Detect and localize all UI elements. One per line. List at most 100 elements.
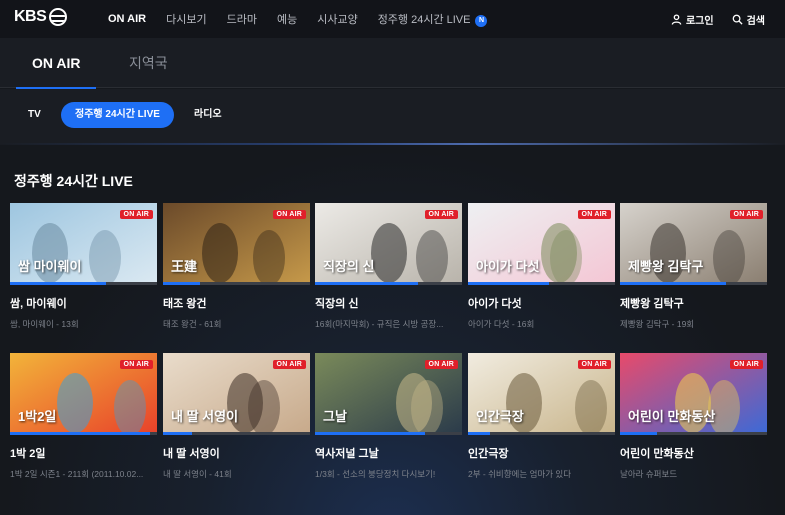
program-thumbnail[interactable]: 직장의 신 ON AIR bbox=[315, 203, 462, 285]
nav-item-replay[interactable]: 다시보기 bbox=[166, 11, 206, 27]
thumbnail-logo-text: 어린이 만화동산 bbox=[628, 409, 716, 424]
program-title[interactable]: 제빵왕 김탁구 bbox=[620, 295, 767, 311]
on-air-badge: ON AIR bbox=[577, 210, 611, 219]
main-menu: ON AIR 다시보기 드라마 예능 시사교양 정주행 24시간 LIVE N bbox=[108, 0, 507, 38]
thumbnail-logo-text: 내 딸 서영이 bbox=[171, 409, 239, 424]
logo-text: KBS bbox=[14, 8, 47, 25]
progress-bar-fill bbox=[163, 282, 200, 285]
program-card[interactable]: 제빵왕 김탁구 ON AIR 제빵왕 김탁구 제빵왕 김탁구 - 19회 bbox=[620, 203, 767, 330]
program-thumbnail[interactable]: 그날 ON AIR bbox=[315, 353, 462, 435]
program-thumbnail[interactable]: 인간극장 ON AIR bbox=[468, 353, 615, 435]
on-air-badge: ON AIR bbox=[119, 210, 153, 219]
thumbnail-logo-text: 제빵왕 김탁구 bbox=[628, 259, 704, 274]
program-thumbnail[interactable]: 쌈 마이웨이 ON AIR bbox=[10, 203, 157, 285]
progress-bar-fill bbox=[163, 432, 193, 435]
program-thumbnail[interactable]: 王建 ON AIR bbox=[163, 203, 310, 285]
on-air-badge: ON AIR bbox=[577, 360, 611, 369]
program-card[interactable]: 그날 ON AIR 역사저널 그날 1/3회 - 선소의 붕당정치 다시보기! bbox=[315, 353, 462, 480]
subtab-radio[interactable]: 라디오 bbox=[194, 102, 222, 128]
program-title[interactable]: 인간극장 bbox=[468, 445, 615, 461]
program-card[interactable]: 1박2일 ON AIR 1박 2일 1박 2일 시즌1 - 211회 (2011.10… bbox=[10, 353, 157, 480]
subtab-tv[interactable]: TV bbox=[28, 102, 41, 128]
episode-info: 2부 - 쉬비향에는 엄마가 있다 bbox=[468, 469, 572, 479]
nav-item-drama[interactable]: 드라마 bbox=[227, 11, 257, 27]
episode-info: 쌈, 마이웨이 - 13회 bbox=[10, 319, 79, 329]
nav-item-current-affairs[interactable]: 시사교양 bbox=[317, 11, 357, 27]
nav-item-entertainment[interactable]: 예능 bbox=[277, 11, 297, 27]
progress-bar bbox=[315, 432, 462, 435]
tab-regional[interactable]: 지역국 bbox=[129, 38, 168, 88]
new-badge: N bbox=[475, 15, 488, 27]
program-thumbnail[interactable]: 내 딸 서영이 ON AIR bbox=[163, 353, 310, 435]
program-card[interactable]: 내 딸 서영이 ON AIR 내 딸 서영이내 딸 서영이 - 41회 bbox=[163, 353, 310, 480]
program-thumbnail[interactable]: 아이가 다섯 ON AIR bbox=[468, 203, 615, 285]
nav-item-on-air[interactable]: ON AIR bbox=[108, 13, 146, 25]
on-air-badge: ON AIR bbox=[119, 360, 153, 369]
episode-info: 아이가 다섯 - 16회 bbox=[468, 319, 535, 329]
program-thumbnail[interactable]: 어린이 만화동산 ON AIR bbox=[620, 353, 767, 435]
episode-info: 내 딸 서영이 - 41회 bbox=[163, 469, 232, 479]
episode-info: 16회(마지막회) - 규직은 시방 공장... bbox=[315, 319, 444, 329]
nav-item-24h-live[interactable]: 정주행 24시간 LIVE N bbox=[378, 11, 488, 27]
progress-bar-fill bbox=[10, 432, 150, 435]
program-thumbnail[interactable]: 1박2일 ON AIR bbox=[10, 353, 157, 435]
progress-bar bbox=[10, 282, 157, 285]
section-title: 정주행 24시간 LIVE bbox=[14, 173, 133, 189]
tab-on-air[interactable]: ON AIR bbox=[15, 38, 98, 89]
progress-bar-fill bbox=[10, 282, 106, 285]
progress-bar-fill bbox=[468, 282, 549, 285]
search-icon bbox=[732, 14, 743, 25]
progress-bar-fill bbox=[315, 282, 418, 285]
user-icon bbox=[671, 13, 682, 25]
on-air-badge: ON AIR bbox=[424, 360, 458, 369]
login-label: 로그인 bbox=[685, 15, 714, 27]
program-title[interactable]: 내 딸 서영이 bbox=[163, 445, 310, 461]
progress-bar bbox=[468, 432, 615, 435]
progress-bar bbox=[163, 282, 310, 285]
on-air-badge: ON AIR bbox=[272, 210, 306, 219]
program-thumbnail[interactable]: 제빵왕 김탁구 ON AIR bbox=[620, 203, 767, 285]
episode-info: 제빵왕 김탁구 - 19회 bbox=[620, 319, 695, 329]
episode-info: 1박 2일 시즌1 - 211회 (2011.10.02... bbox=[10, 469, 144, 479]
thumbnail-logo-text: 인간극장 bbox=[476, 409, 524, 424]
program-card[interactable]: 쌈 마이웨이 ON AIR 쌈, 마이웨이쌈, 마이웨이 - 13회 bbox=[10, 203, 157, 330]
program-card[interactable]: 아이가 다섯 ON AIR 아이가 다섯아이가 다섯 - 16회 bbox=[468, 203, 615, 330]
program-title[interactable]: 직장의 신 bbox=[315, 295, 462, 311]
subtab-24h-live[interactable]: 정주행 24시간 LIVE bbox=[61, 102, 174, 128]
kbs-logo-icon bbox=[49, 8, 68, 26]
program-title[interactable]: 태조 왕건 bbox=[163, 295, 310, 311]
progress-bar bbox=[163, 432, 310, 435]
program-card[interactable]: 직장의 신 ON AIR 직장의 신 16회(마지막회) - 규직은 시방 공장... bbox=[315, 203, 462, 330]
program-title[interactable]: 쌈, 마이웨이 bbox=[10, 295, 157, 311]
progress-bar-fill bbox=[468, 432, 491, 435]
progress-bar-fill bbox=[620, 282, 726, 285]
thumbnail-logo-text: 그날 bbox=[323, 409, 347, 424]
progress-bar-fill bbox=[620, 432, 657, 435]
program-title[interactable]: 어린이 만화동산 bbox=[620, 445, 767, 461]
thumbnail-logo-text: 1박2일 bbox=[18, 409, 57, 424]
program-title[interactable]: 역사저널 그날 bbox=[315, 445, 462, 461]
program-title[interactable]: 아이가 다섯 bbox=[468, 295, 615, 311]
thumbnail-logo-text: 쌈 마이웨이 bbox=[18, 259, 82, 274]
episode-info: 1/3회 - 선소의 붕당정치 다시보기! bbox=[315, 469, 436, 479]
main-tabs: ON AIR 지역국 bbox=[0, 38, 785, 89]
progress-bar bbox=[620, 432, 767, 435]
search-label: 검색 bbox=[746, 15, 765, 27]
program-card[interactable]: 王建 ON AIR 태조 왕건 태조 왕건 - 61회 bbox=[163, 203, 310, 330]
program-card[interactable]: 어린이 만화동산 ON AIR 어린이 만화동산 날아라 슈퍼보드 bbox=[620, 353, 767, 480]
login-button[interactable]: 로그인 bbox=[671, 12, 714, 27]
progress-bar bbox=[10, 432, 157, 435]
progress-bar bbox=[315, 282, 462, 285]
program-card[interactable]: 인간극장 ON AIR 인간극장 2부 - 쉬비향에는 엄마가 있다 bbox=[468, 353, 615, 480]
on-air-badge: ON AIR bbox=[272, 360, 306, 369]
utility-menu: 로그인 검색 bbox=[671, 0, 765, 38]
thumbnail-logo-text: 아이가 다섯 bbox=[476, 259, 540, 274]
kbs-logo[interactable]: KBS bbox=[14, 8, 68, 26]
progress-bar bbox=[620, 282, 767, 285]
program-title[interactable]: 1박 2일 bbox=[10, 445, 157, 461]
sub-tabs: TV 정주행 24시간 LIVE 라디오 bbox=[0, 89, 785, 144]
search-button[interactable]: 검색 bbox=[732, 12, 765, 27]
episode-info: 날아라 슈퍼보드 bbox=[620, 469, 678, 479]
on-air-badge: ON AIR bbox=[424, 210, 458, 219]
progress-bar-fill bbox=[315, 432, 426, 435]
